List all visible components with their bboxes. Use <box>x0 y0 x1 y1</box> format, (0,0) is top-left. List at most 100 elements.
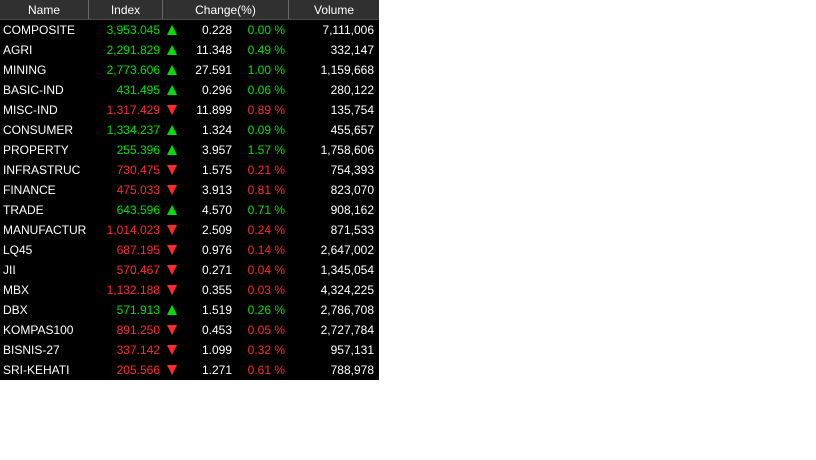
index-table: Name Index Change(%) Volume COMPOSITE 3,9… <box>0 0 379 380</box>
volume-value: 1,345,054 <box>320 263 374 277</box>
table-row[interactable]: COMPOSITE 3,953.045 0.228 0.00 % 7,111,006 <box>0 20 379 40</box>
volume-value: 455,657 <box>330 123 374 137</box>
index-value: 255.396 <box>116 143 160 157</box>
table-row[interactable]: FINANCE 475.033 3.913 0.81 % 823,070 <box>0 180 379 200</box>
column-header-volume[interactable]: Volume <box>289 0 379 19</box>
column-header-change[interactable]: Change(%) <box>163 0 289 19</box>
column-header-index[interactable]: Index <box>89 0 163 19</box>
table-row[interactable]: KOMPAS100 891.250 0.453 0.05 % 2,727,784 <box>0 320 379 340</box>
index-value: 2,773.606 <box>106 63 160 77</box>
index-name: CONSUMER <box>3 123 74 137</box>
volume-value: 2,727,784 <box>320 323 374 337</box>
volume-value: 2,786,708 <box>320 303 374 317</box>
volume-value: 823,070 <box>330 183 374 197</box>
change-value: 0.453 <box>201 323 232 337</box>
table-row[interactable]: SRI-KEHATI 205.566 1.271 0.61 % 788,978 <box>0 360 379 380</box>
change-value: 1.271 <box>201 363 232 377</box>
change-value: 1.324 <box>201 123 232 137</box>
index-name: MISC-IND <box>3 103 58 117</box>
index-name: MBX <box>3 283 30 297</box>
table-header: Name Index Change(%) Volume <box>0 0 379 20</box>
arrow-up-icon <box>163 25 181 35</box>
table-row[interactable]: INFRASTRUC 730.475 1.575 0.21 % 754,393 <box>0 160 379 180</box>
volume-value: 871,533 <box>330 223 374 237</box>
table-row[interactable]: BASIC-IND 431.495 0.296 0.06 % 280,122 <box>0 80 379 100</box>
change-percent: 0.21 % <box>247 163 285 177</box>
index-value: 891.250 <box>116 323 160 337</box>
change-value: 0.976 <box>201 243 232 257</box>
arrow-up-icon <box>163 305 181 315</box>
change-percent: 0.61 % <box>247 363 285 377</box>
table-row[interactable]: TRADE 643.596 4.570 0.71 % 908,162 <box>0 200 379 220</box>
change-percent: 0.00 % <box>247 23 285 37</box>
volume-value: 1,159,668 <box>320 63 374 77</box>
index-value: 337.142 <box>116 343 160 357</box>
index-name: TRADE <box>3 203 44 217</box>
arrow-down-icon <box>163 345 181 355</box>
arrow-up-icon <box>163 85 181 95</box>
change-value: 11.899 <box>196 103 232 117</box>
table-row[interactable]: MINING 2,773.606 27.591 1.00 % 1,159,668 <box>0 60 379 80</box>
arrow-down-icon <box>163 325 181 335</box>
change-percent: 0.89 % <box>247 103 285 117</box>
index-value: 431.495 <box>116 83 160 97</box>
index-name: BISNIS-27 <box>3 343 60 357</box>
index-name: MANUFACTUR <box>3 223 87 237</box>
change-value: 27.591 <box>195 63 232 77</box>
table-row[interactable]: CONSUMER 1,334.237 1.324 0.09 % 455,657 <box>0 120 379 140</box>
table-row[interactable]: LQ45 687.195 0.976 0.14 % 2,647,002 <box>0 240 379 260</box>
change-percent: 1.00 % <box>247 63 285 77</box>
table-row[interactable]: JII 570.467 0.271 0.04 % 1,345,054 <box>0 260 379 280</box>
volume-value: 332,147 <box>330 43 374 57</box>
volume-value: 4,324,225 <box>320 283 374 297</box>
change-value: 3.957 <box>201 143 232 157</box>
change-value: 0.355 <box>201 283 232 297</box>
change-value: 1.099 <box>201 343 232 357</box>
volume-value: 7,111,006 <box>322 23 374 37</box>
table-row[interactable]: PROPERTY 255.396 3.957 1.57 % 1,758,606 <box>0 140 379 160</box>
table-row[interactable]: BISNIS-27 337.142 1.099 0.32 % 957,131 <box>0 340 379 360</box>
index-value: 1,132.188 <box>106 283 160 297</box>
arrow-down-icon <box>163 165 181 175</box>
volume-value: 280,122 <box>330 83 374 97</box>
index-value: 475.033 <box>116 183 160 197</box>
table-row[interactable]: DBX 571.913 1.519 0.26 % 2,786,708 <box>0 300 379 320</box>
change-value: 0.228 <box>201 23 232 37</box>
change-value: 0.271 <box>201 263 232 277</box>
arrow-up-icon <box>163 125 181 135</box>
change-value: 3.913 <box>201 183 232 197</box>
volume-value: 754,393 <box>330 163 374 177</box>
volume-value: 957,131 <box>330 343 374 357</box>
index-name: SRI-KEHATI <box>3 363 70 377</box>
change-value: 2.509 <box>201 223 232 237</box>
table-row[interactable]: MBX 1,132.188 0.355 0.03 % 4,324,225 <box>0 280 379 300</box>
arrow-up-icon <box>163 205 181 215</box>
arrow-down-icon <box>163 285 181 295</box>
index-name: FINANCE <box>3 183 56 197</box>
index-name: AGRI <box>3 43 33 57</box>
change-percent: 1.57 % <box>247 143 285 157</box>
volume-value: 788,978 <box>330 363 374 377</box>
volume-value: 1,758,606 <box>320 143 374 157</box>
change-percent: 0.81 % <box>247 183 285 197</box>
arrow-down-icon <box>163 265 181 275</box>
index-value: 687.195 <box>116 243 160 257</box>
index-value: 3,953.045 <box>106 23 160 37</box>
arrow-down-icon <box>163 245 181 255</box>
table-row[interactable]: AGRI 2,291.829 11.348 0.49 % 332,147 <box>0 40 379 60</box>
column-header-name[interactable]: Name <box>0 0 89 19</box>
arrow-down-icon <box>163 225 181 235</box>
index-name: DBX <box>3 303 28 317</box>
change-value: 11.348 <box>196 43 232 57</box>
change-value: 1.519 <box>201 303 232 317</box>
table-row[interactable]: MISC-IND 1,317.429 11.899 0.89 % 135,754 <box>0 100 379 120</box>
volume-value: 135,754 <box>330 103 374 117</box>
index-name: INFRASTRUC <box>3 163 81 177</box>
arrow-down-icon <box>163 365 181 375</box>
volume-value: 908,162 <box>330 203 374 217</box>
table-row[interactable]: MANUFACTUR 1,014.023 2.509 0.24 % 871,533 <box>0 220 379 240</box>
index-value: 1,317.429 <box>106 103 160 117</box>
change-percent: 0.05 % <box>247 323 285 337</box>
change-percent: 0.03 % <box>247 283 285 297</box>
volume-value: 2,647,002 <box>320 243 374 257</box>
